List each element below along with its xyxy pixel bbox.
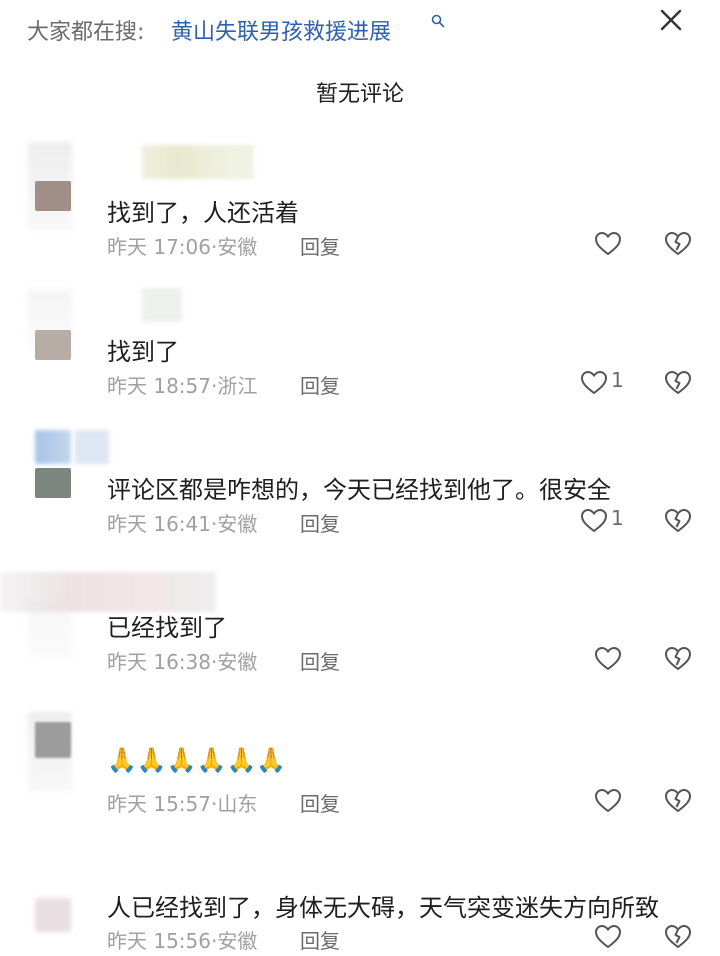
comment-text: 人已经找到了，身体无大碍，天气突变迷失方向所致	[107, 894, 659, 922]
avatar-top-blur	[35, 430, 71, 464]
avatar[interactable]	[35, 468, 71, 498]
username-blur	[142, 145, 254, 179]
username-blur	[75, 430, 109, 464]
comment-time: 昨天 16:41	[107, 512, 211, 536]
avatar[interactable]	[35, 722, 71, 758]
comment-time: 昨天 17:06	[107, 235, 211, 259]
like-button[interactable]: 1	[579, 506, 639, 536]
comment-meta: 昨天 15:56·安徽	[107, 929, 258, 953]
broken-heart-icon	[664, 646, 692, 671]
like-count: 1	[611, 506, 624, 530]
search-suggestion-link[interactable]: 黄山失联男孩救援进展	[171, 14, 391, 46]
reply-button[interactable]: 回复	[300, 646, 340, 675]
comment-meta: 昨天 17:06·安徽	[107, 235, 258, 259]
reply-button[interactable]: 回复	[300, 788, 340, 817]
avatar[interactable]	[35, 898, 71, 932]
dislike-button[interactable]	[663, 786, 693, 816]
comment-text: 已经找到了	[107, 614, 227, 642]
reply-button[interactable]: 回复	[300, 370, 340, 399]
broken-heart-icon	[664, 788, 692, 813]
avatar[interactable]	[35, 181, 71, 211]
avatar-blur	[28, 600, 72, 660]
heart-icon	[594, 646, 622, 671]
search-icon[interactable]	[431, 14, 445, 28]
like-button[interactable]	[593, 786, 653, 816]
search-suggestion-prefix: 大家都在搜:	[27, 20, 145, 45]
comment-location: 安徽	[217, 512, 258, 536]
comment-meta: 昨天 15:57·山东	[107, 792, 258, 816]
like-button[interactable]	[593, 229, 653, 259]
like-button[interactable]: 1	[579, 368, 639, 398]
comment-location: 安徽	[217, 650, 258, 674]
search-suggestion-bar[interactable]: 大家都在搜: 黄山失联男孩救援进展	[0, 0, 720, 50]
comment-text: 找到了，人还活着	[107, 199, 299, 227]
comment-time: 昨天 15:57	[107, 792, 211, 816]
comment-location: 安徽	[217, 235, 258, 259]
avatar[interactable]	[35, 330, 71, 360]
comment-location: 浙江	[217, 374, 258, 398]
like-count: 1	[611, 368, 624, 392]
comment-header-title: 暂无评论	[315, 82, 404, 107]
like-button[interactable]	[593, 922, 653, 952]
heart-icon	[594, 231, 622, 256]
comment-meta: 昨天 16:41·安徽	[107, 512, 258, 536]
dislike-button[interactable]	[663, 644, 693, 674]
dislike-button[interactable]	[663, 922, 693, 952]
comment-time: 昨天 16:38	[107, 650, 211, 674]
broken-heart-icon	[664, 370, 692, 395]
dislike-button[interactable]	[663, 229, 693, 259]
broken-heart-icon	[664, 231, 692, 256]
comment-text: 🙏🙏🙏🙏🙏🙏	[107, 746, 287, 774]
close-icon[interactable]	[657, 6, 685, 34]
heart-icon	[594, 788, 622, 813]
heart-icon	[580, 508, 608, 533]
broken-heart-icon	[664, 508, 692, 533]
like-button[interactable]	[593, 644, 653, 674]
reply-button[interactable]: 回复	[300, 508, 340, 537]
heart-icon	[580, 370, 608, 395]
username-blur	[142, 288, 182, 322]
comment-text: 评论区都是咋想的，今天已经找到他了。很安全	[107, 476, 611, 504]
comment-location: 安徽	[217, 929, 258, 953]
comment-time: 昨天 15:56	[107, 929, 211, 953]
comment-time: 昨天 18:57	[107, 374, 211, 398]
broken-heart-icon	[664, 924, 692, 949]
reply-button[interactable]: 回复	[300, 925, 340, 954]
reply-button[interactable]: 回复	[300, 231, 340, 260]
heart-icon	[594, 924, 622, 949]
comment-meta: 昨天 18:57·浙江	[107, 374, 258, 398]
comment-text: 找到了	[107, 338, 179, 366]
dislike-button[interactable]	[663, 506, 693, 536]
comment-location: 山东	[217, 792, 258, 816]
comment-meta: 昨天 16:38·安徽	[107, 650, 258, 674]
dislike-button[interactable]	[663, 368, 693, 398]
